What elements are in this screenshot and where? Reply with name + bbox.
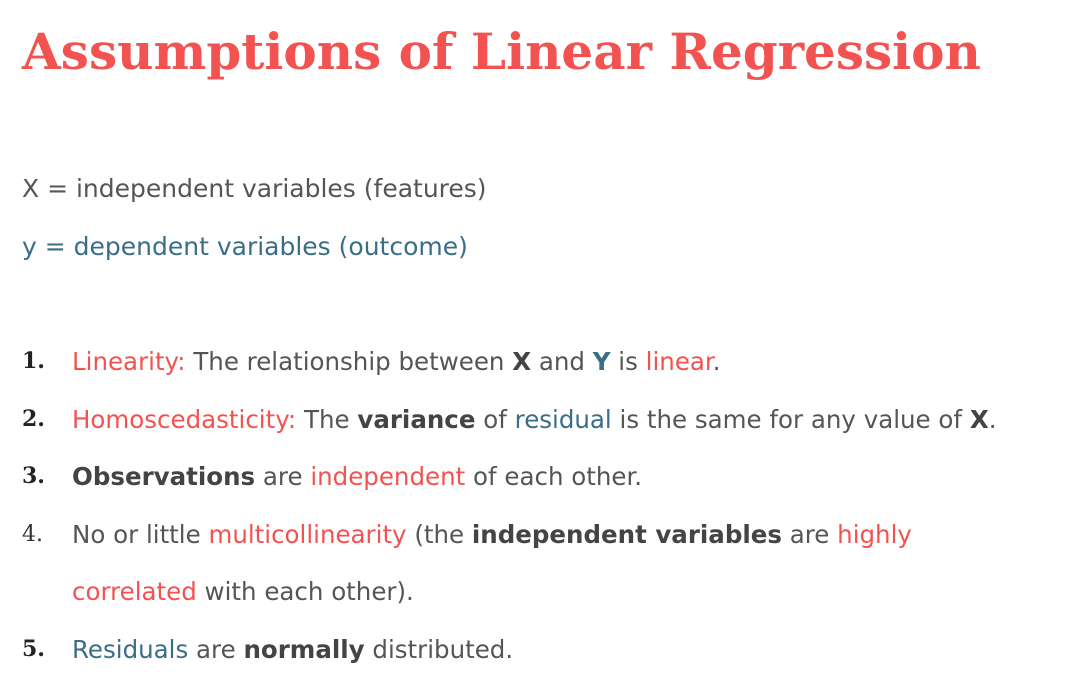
term-highly: highly [837, 519, 912, 549]
term-observations: Observations [72, 462, 256, 491]
text: are [255, 462, 311, 491]
term-homoscedasticity: Homoscedasticity: [72, 404, 297, 434]
page-title: Assumptions of Linear Regression [22, 22, 981, 81]
definition-y: y = dependent variables (outcome) [22, 232, 468, 261]
text: is the same for any value of [611, 404, 970, 434]
slide: Assumptions of Linear Regression X = ind… [0, 0, 1092, 695]
text: The [296, 404, 358, 434]
text: and [531, 347, 593, 376]
term-residual: residual [514, 404, 612, 434]
list-number: 4. [22, 521, 43, 547]
text: are [781, 519, 838, 549]
term-x: X [512, 347, 532, 376]
text: No or little [72, 519, 209, 549]
text: are [188, 634, 244, 664]
assumption-item-linearity: 1. Linearity: The relationship between X… [22, 333, 997, 391]
definitions: X = independent variables (features) y =… [22, 160, 487, 276]
term-normally: normally [243, 634, 365, 664]
list-number: 2. [22, 405, 45, 432]
term-y: Y [592, 347, 611, 376]
assumption-item-multicollinearity: 4. No or little multicollinearity (the i… [22, 506, 997, 621]
term-linearity: Linearity: [72, 347, 186, 376]
text: The relationship between [185, 347, 513, 376]
text: with each other). [196, 577, 414, 606]
term-correlated: correlated [72, 577, 197, 606]
term-independent: independent [310, 462, 466, 491]
term-variance: variance [357, 404, 476, 434]
list-number: 1. [22, 348, 45, 374]
term-x: X [969, 404, 989, 434]
list-number: 3. [22, 463, 45, 489]
term-linear: linear [645, 347, 713, 376]
term-independent-variables: independent variables [471, 519, 782, 549]
term-multicollinearity: multicollinearity [208, 519, 407, 549]
text: . [988, 404, 997, 434]
text: . [712, 347, 721, 376]
text: of [475, 404, 515, 434]
assumptions-list: 1. Linearity: The relationship between X… [22, 333, 997, 678]
text: (the [406, 519, 472, 549]
term-residuals: Residuals [72, 634, 189, 664]
text: distributed. [364, 634, 514, 664]
definition-x: X = independent variables (features) [22, 174, 487, 203]
text: is [610, 347, 646, 376]
assumption-item-homoscedasticity: 2. Homoscedasticity: The variance of res… [22, 391, 997, 449]
list-number: 5. [22, 635, 45, 662]
assumption-item-normality: 5. Residuals are normally distributed. [22, 621, 997, 679]
text: of each other. [465, 462, 643, 491]
assumption-item-independence: 3. Observations are independent of each … [22, 448, 997, 506]
